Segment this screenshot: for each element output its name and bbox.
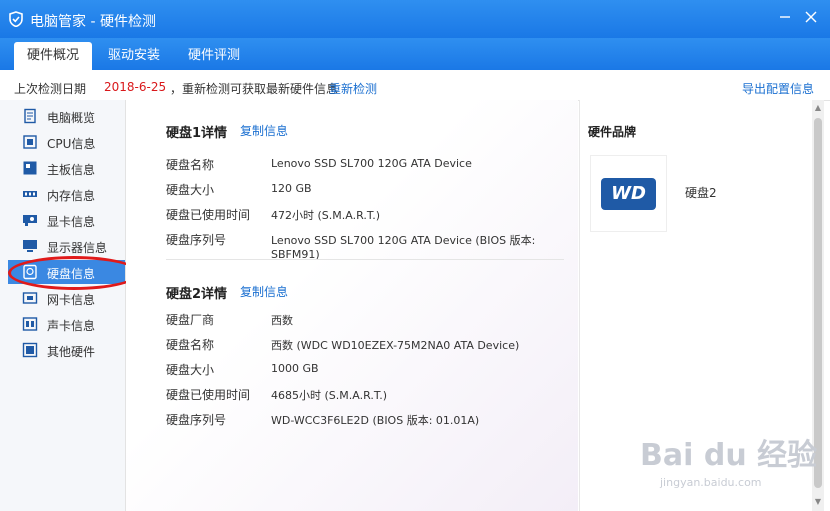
graphics-card-icon	[23, 215, 37, 226]
window-title: 电脑管家 - 硬件检测	[30, 14, 156, 30]
brand-logo-card: WD	[590, 155, 667, 232]
disk1-name-key: 硬盘名称	[166, 158, 215, 172]
sidebar-item-label: 网卡信息	[47, 293, 96, 307]
disk1-title: 硬盘1详情	[166, 126, 228, 141]
last-check-bar: 上次检测日期 2018-6-25 ，重新检测可获取最新硬件信息 重新检测 导出配…	[0, 70, 830, 101]
disk1-copy-link[interactable]: 复制信息	[240, 122, 288, 139]
recheck-link[interactable]: 重新检测	[329, 80, 377, 97]
scroll-up-icon[interactable]: ▲	[812, 102, 824, 114]
disk-details-panel: 硬盘1详情 复制信息 硬盘名称 Lenovo SSD SL700 120G AT…	[126, 100, 578, 511]
tab-hardware-benchmark[interactable]: 硬件评测	[176, 42, 252, 70]
minimize-button[interactable]	[776, 10, 794, 28]
network-card-icon	[22, 292, 38, 304]
sidebar-item-label: 电脑概览	[47, 111, 96, 125]
title-bar: 电脑管家 - 硬件检测	[0, 0, 830, 38]
sound-card-icon	[22, 317, 38, 331]
sidebar-item-graphics[interactable]: 显卡信息	[8, 208, 125, 232]
red-highlight-circle	[8, 256, 140, 290]
memory-icon	[23, 191, 37, 197]
monitor-icon	[23, 240, 37, 252]
tab-bar: 硬件概况 驱动安装 硬件评测	[0, 38, 830, 70]
disk2-name-value: 西数 (WDC WD10EZEX-75M2NA0 ATA Device)	[271, 339, 520, 352]
sidebar-item-memory[interactable]: 内存信息	[8, 182, 125, 206]
scroll-down-icon[interactable]: ▼	[812, 496, 824, 508]
close-icon	[805, 11, 817, 23]
minimize-icon	[780, 16, 790, 18]
disk2-name-key: 硬盘名称	[166, 338, 215, 352]
brand-title: 硬件品牌	[588, 125, 637, 139]
wd-logo-icon: WD	[601, 178, 656, 210]
disk2-size-value: 1000 GB	[271, 362, 319, 375]
disk2-vendor-value: 西数	[271, 314, 293, 327]
disk2-copy-link[interactable]: 复制信息	[240, 283, 288, 300]
disk2-title: 硬盘2详情	[166, 287, 228, 302]
disk1-size-key: 硬盘大小	[166, 183, 215, 197]
sidebar-item-label: CPU信息	[47, 137, 96, 151]
sidebar-item-monitor[interactable]: 显示器信息	[8, 234, 125, 258]
disk2-size-key: 硬盘大小	[166, 363, 215, 377]
disk2-serial-key: 硬盘序列号	[166, 413, 227, 427]
sidebar-item-motherboard[interactable]: 主板信息	[8, 156, 125, 180]
sidebar-item-label: 声卡信息	[47, 319, 96, 333]
sidebar-item-other[interactable]: 其他硬件	[8, 338, 125, 362]
baidu-watermark-url: jingyan.baidu.com	[660, 476, 762, 489]
baidu-watermark: Bai du 经验	[640, 438, 818, 473]
section-divider	[166, 259, 564, 260]
disk2-hours-value: 4685小时 (S.M.A.R.T.)	[271, 389, 388, 402]
disk2-vendor-key: 硬盘厂商	[166, 313, 215, 327]
sidebar-item-label: 主板信息	[47, 163, 96, 177]
sidebar-item-sound[interactable]: 声卡信息	[8, 312, 125, 336]
sidebar-item-label: 内存信息	[47, 189, 96, 203]
disk1-hours-key: 硬盘已使用时间	[166, 208, 251, 222]
last-check-date: 2018-6-25	[104, 80, 167, 94]
disk1-size-value: 120 GB	[271, 182, 312, 195]
sidebar-item-overview[interactable]: 电脑概览	[8, 104, 125, 128]
sidebar-item-label: 其他硬件	[47, 345, 96, 359]
recheck-hint: ，重新检测可获取最新硬件信息	[170, 82, 339, 96]
disk2-serial-value: WD-WCC3F6LE2D (BIOS 版本: 01.01A)	[271, 414, 480, 427]
brand-disk-label: 硬盘2	[685, 186, 717, 200]
tab-driver-install[interactable]: 驱动安装	[96, 42, 172, 70]
last-check-label: 上次检测日期	[14, 82, 87, 96]
disk1-serial-key: 硬盘序列号	[166, 233, 227, 247]
shield-logo-icon	[9, 11, 23, 27]
disk1-hours-value: 472小时 (S.M.A.R.T.)	[271, 209, 381, 222]
close-button[interactable]	[802, 10, 820, 28]
sidebar-item-label: 显示器信息	[47, 241, 108, 255]
sidebar-item-cpu[interactable]: CPU信息	[8, 130, 125, 154]
disk1-serial-value: Lenovo SSD SL700 120G ATA Device (BIOS 版…	[271, 234, 536, 261]
sidebar-item-label: 显卡信息	[47, 215, 96, 229]
hardware-sidebar: 电脑概览 CPU信息 主板信息 内存信息 显卡信息 显示器信息 硬盘信息 网卡信…	[0, 100, 126, 511]
tab-hardware-overview[interactable]: 硬件概况	[14, 42, 92, 70]
disk2-hours-key: 硬盘已使用时间	[166, 388, 251, 402]
hardware-detection-window: 电脑管家 - 硬件检测 硬件概况 驱动安装 硬件评测 上次检测日期 2018-6…	[0, 0, 830, 511]
cpu-icon	[23, 135, 37, 149]
motherboard-icon	[23, 161, 37, 175]
disk1-name-value: Lenovo SSD SL700 120G ATA Device	[271, 157, 472, 170]
other-hardware-icon	[22, 342, 38, 358]
export-config-link[interactable]: 导出配置信息	[742, 80, 814, 97]
overview-icon	[24, 108, 36, 124]
